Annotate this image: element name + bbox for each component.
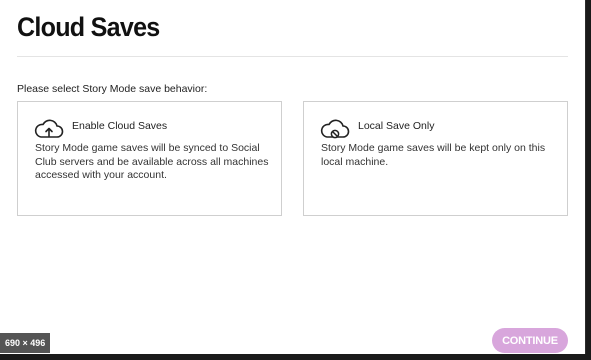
- cloud-saves-dialog: Cloud Saves Please select Story Mode sav…: [0, 0, 586, 354]
- selection-prompt: Please select Story Mode save behavior:: [17, 83, 208, 95]
- option-description: Story Mode game saves will be kept only …: [321, 142, 546, 168]
- cloud-disabled-icon: [320, 119, 350, 139]
- option-title: Enable Cloud Saves: [72, 120, 168, 132]
- image-size-badge: 690 × 496: [0, 333, 51, 353]
- title-divider: [17, 56, 568, 57]
- option-enable-cloud-saves[interactable]: Enable Cloud Saves Story Mode game saves…: [17, 101, 282, 216]
- page-title: Cloud Saves: [17, 12, 160, 42]
- cloud-upload-icon: [34, 119, 64, 138]
- option-local-save-only[interactable]: Local Save Only Story Mode game saves wi…: [303, 101, 568, 216]
- option-title: Local Save Only: [358, 120, 435, 132]
- continue-button[interactable]: CONTINUE: [492, 328, 568, 353]
- option-description: Story Mode game saves will be synced to …: [35, 142, 269, 181]
